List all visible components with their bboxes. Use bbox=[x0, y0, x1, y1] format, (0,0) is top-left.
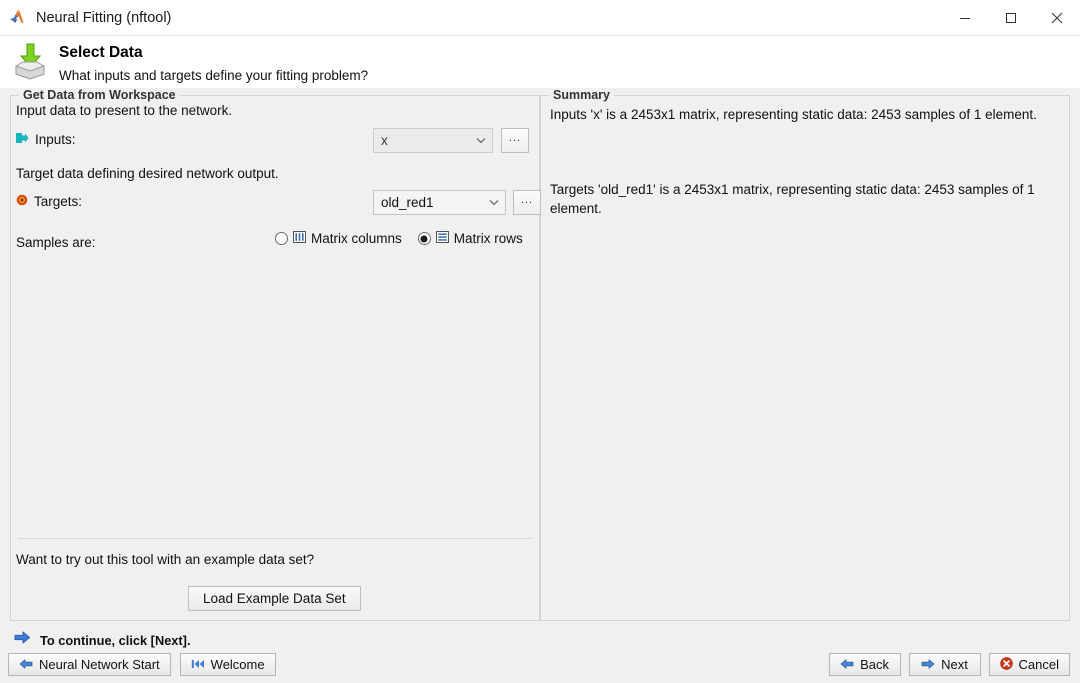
radio-indicator[interactable] bbox=[275, 232, 288, 245]
example-separator bbox=[18, 538, 532, 539]
radio-matrix-columns-label: Matrix columns bbox=[311, 231, 402, 246]
header-text-block: Select Data What inputs and targets defi… bbox=[59, 40, 368, 86]
panel-inner: Input data to present to the network. In… bbox=[10, 95, 541, 621]
summary-paragraph: Inputs 'x' is a 2453x1 matrix, represent… bbox=[550, 107, 1037, 122]
title-bar-left: Neural Fitting (nftool) bbox=[0, 9, 171, 26]
radio-matrix-rows-label: Matrix rows bbox=[453, 231, 523, 246]
get-data-from-workspace-panel: Get Data from Workspace Input data to pr… bbox=[10, 88, 541, 621]
main-content: Get Data from Workspace Input data to pr… bbox=[0, 88, 1080, 629]
targets-label: Targets: bbox=[34, 194, 83, 209]
continue-text: To continue, click [Next]. bbox=[40, 632, 191, 648]
window-title: Neural Fitting (nftool) bbox=[36, 9, 172, 26]
red-cancel-icon bbox=[999, 656, 1013, 673]
next-label: Next bbox=[941, 657, 968, 672]
back-label: Back bbox=[860, 657, 889, 672]
blue-right-arrow-icon bbox=[921, 657, 935, 672]
maximize-icon[interactable] bbox=[988, 0, 1034, 36]
inputs-select[interactable]: x bbox=[373, 128, 493, 153]
samples-are-label: Samples are: bbox=[16, 235, 96, 250]
radio-indicator[interactable] bbox=[417, 232, 431, 245]
bottom-bar: To continue, click [Next]. Neural Networ… bbox=[0, 629, 1080, 683]
continue-hint: To continue, click [Next]. bbox=[14, 631, 191, 649]
page-title: Select Data bbox=[59, 44, 143, 61]
samples-radio-group: Matrix columns Matrix rows bbox=[275, 231, 523, 246]
summary-paragraph: Targets 'old_red1' is a 2453x1 matrix, r… bbox=[550, 182, 1035, 216]
page-header: Select Data What inputs and targets defi… bbox=[0, 36, 1080, 88]
summary-panel: Summary Inputs 'x' is a 2453x1 matrix, r… bbox=[540, 88, 1070, 621]
neural-network-start-label: Neural Network Start bbox=[39, 657, 160, 672]
inputs-label: Inputs: bbox=[35, 132, 76, 147]
load-example-data-set-button[interactable]: Load Example Data Set bbox=[188, 586, 361, 611]
next-button[interactable]: Next bbox=[908, 653, 981, 676]
blue-left-arrow-icon bbox=[19, 657, 33, 672]
radio-matrix-columns[interactable]: Matrix columns bbox=[275, 231, 402, 246]
minimize-icon[interactable] bbox=[942, 0, 988, 36]
targets-browse-button[interactable]: ... bbox=[513, 190, 541, 215]
back-button[interactable]: Back bbox=[828, 653, 901, 676]
radio-matrix-rows[interactable]: Matrix rows bbox=[417, 231, 523, 246]
page-subtitle: What inputs and targets define your fitt… bbox=[59, 68, 369, 83]
panel-legend: Summary bbox=[549, 88, 614, 103]
inputs-label-row: Inputs: bbox=[16, 132, 76, 147]
neural-network-start-button[interactable]: Neural Network Start bbox=[8, 653, 171, 676]
panel-legend: Get Data from Workspace bbox=[19, 88, 180, 103]
blue-left-arrow-icon bbox=[840, 657, 854, 672]
targets-select[interactable]: old_red1 bbox=[373, 190, 506, 215]
targets-label-row: Targets: bbox=[16, 194, 82, 209]
cancel-label: Cancel bbox=[1018, 657, 1059, 672]
panel-inner: Inputs 'x' is a 2453x1 matrix, represent… bbox=[540, 95, 1070, 621]
inputs-description: Input data to present to the network. bbox=[16, 103, 233, 118]
welcome-label: Welcome bbox=[210, 657, 265, 672]
welcome-button[interactable]: Welcome bbox=[179, 653, 276, 676]
blue-right-arrow-icon bbox=[14, 631, 31, 649]
inputs-select-value: x bbox=[381, 133, 388, 148]
example-prompt: Want to try out this tool with an exampl… bbox=[16, 552, 315, 567]
skip-to-start-icon bbox=[191, 657, 205, 672]
cancel-button[interactable]: Cancel bbox=[988, 653, 1070, 676]
chevron-down-icon bbox=[474, 137, 488, 144]
input-port-icon bbox=[16, 132, 29, 147]
chevron-down-icon bbox=[487, 199, 501, 206]
import-data-icon bbox=[12, 42, 48, 80]
matrix-columns-icon bbox=[293, 231, 306, 246]
window-controls bbox=[942, 0, 1080, 36]
targets-select-value: old_red1 bbox=[381, 195, 434, 210]
bottom-right-buttons: Back Next Cancel bbox=[828, 653, 1070, 676]
matlab-membrane-icon bbox=[9, 9, 28, 26]
target-bullseye-icon bbox=[16, 194, 28, 209]
matrix-rows-icon bbox=[435, 231, 449, 246]
inputs-browse-button[interactable]: ... bbox=[501, 128, 529, 153]
close-icon[interactable] bbox=[1034, 0, 1080, 36]
targets-description: Target data defining desired network out… bbox=[16, 166, 279, 181]
bottom-left-buttons: Neural Network Start Welcome bbox=[8, 653, 276, 676]
title-bar: Neural Fitting (nftool) bbox=[0, 0, 1080, 36]
